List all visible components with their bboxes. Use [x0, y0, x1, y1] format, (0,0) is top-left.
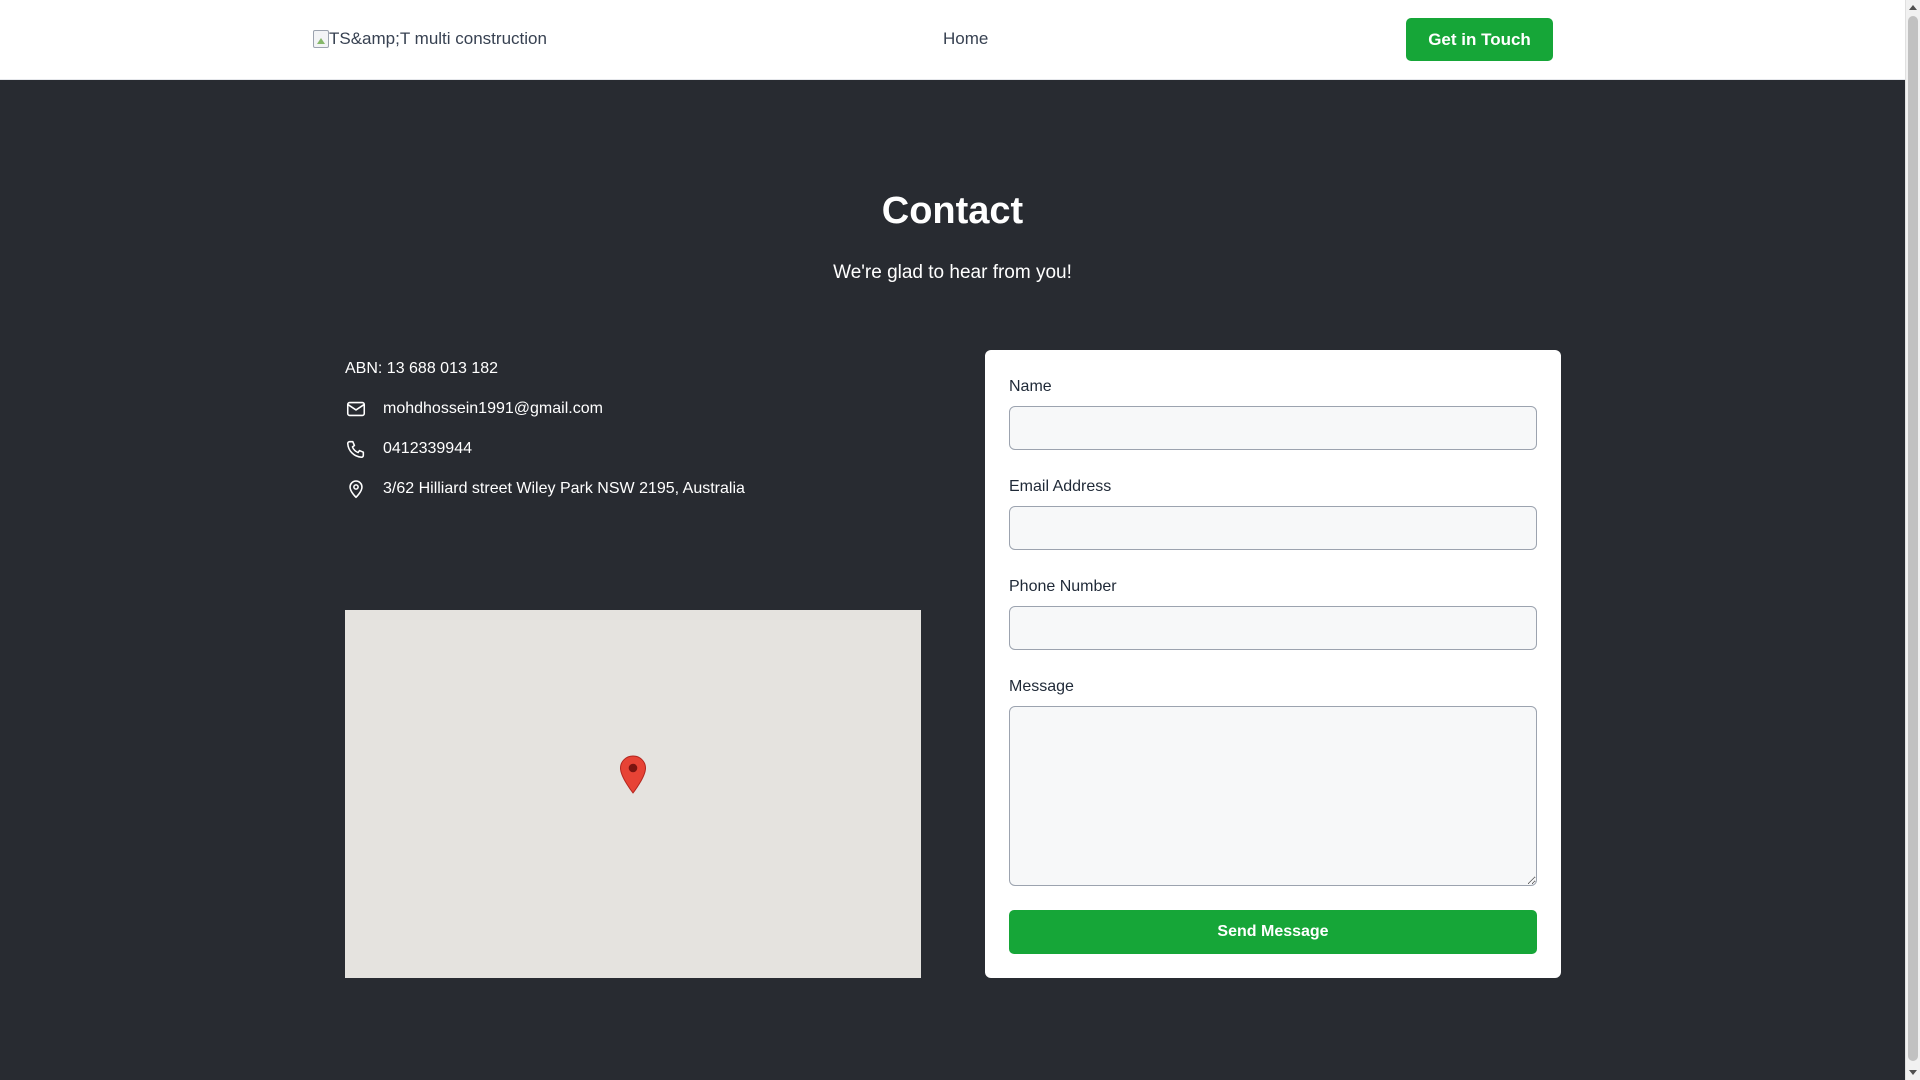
contact-email[interactable]: mohdhossein1991@gmail.com	[383, 400, 603, 418]
email-input[interactable]	[1009, 506, 1537, 550]
phone-label: Phone Number	[1009, 578, 1117, 595]
page-subtitle: We're glad to hear from you!	[833, 262, 1072, 283]
site-logo[interactable]: TS&amp;T multi construction	[313, 29, 547, 49]
map-pin-icon	[345, 478, 367, 500]
broken-image-icon	[313, 30, 329, 48]
contact-address: 3/62 Hilliard street Wiley Park NSW 2195…	[383, 480, 745, 497]
page-title: Contact	[881, 190, 1024, 232]
email-label: Email Address	[1009, 478, 1112, 495]
nav-home-link[interactable]: Home	[943, 29, 988, 49]
site-header: TS&amp;T multi construction Home Get in …	[0, 0, 1905, 80]
contact-email-row: mohdhossein1991@gmail.com	[345, 398, 603, 420]
scroll-thumb[interactable]	[1908, 16, 1918, 1061]
message-textarea[interactable]	[1009, 706, 1537, 886]
location-map[interactable]	[345, 610, 921, 978]
contact-phone-row: 0412339944	[345, 438, 472, 460]
name-input[interactable]	[1009, 406, 1537, 450]
phone-input[interactable]	[1009, 606, 1537, 650]
logo-alt-text: TS&amp;T multi construction	[329, 29, 547, 48]
contact-phone[interactable]: 0412339944	[383, 440, 472, 458]
phone-icon	[345, 438, 367, 460]
mail-icon	[345, 398, 367, 420]
map-marker-icon[interactable]	[619, 755, 647, 800]
name-label: Name	[1009, 378, 1052, 395]
scroll-down-icon[interactable]	[1909, 1070, 1917, 1075]
contact-form: Name Email Address Phone Number Message …	[985, 350, 1561, 978]
contact-address-row: 3/62 Hilliard street Wiley Park NSW 2195…	[345, 478, 745, 500]
abn-text: ABN: 13 688 013 182	[345, 360, 499, 377]
scroll-up-icon[interactable]	[1909, 5, 1917, 10]
send-message-button[interactable]: Send Message	[1009, 910, 1537, 954]
message-label: Message	[1009, 678, 1074, 695]
page-scrollbar[interactable]	[1905, 0, 1920, 1080]
get-in-touch-button[interactable]: Get in Touch	[1406, 18, 1553, 61]
